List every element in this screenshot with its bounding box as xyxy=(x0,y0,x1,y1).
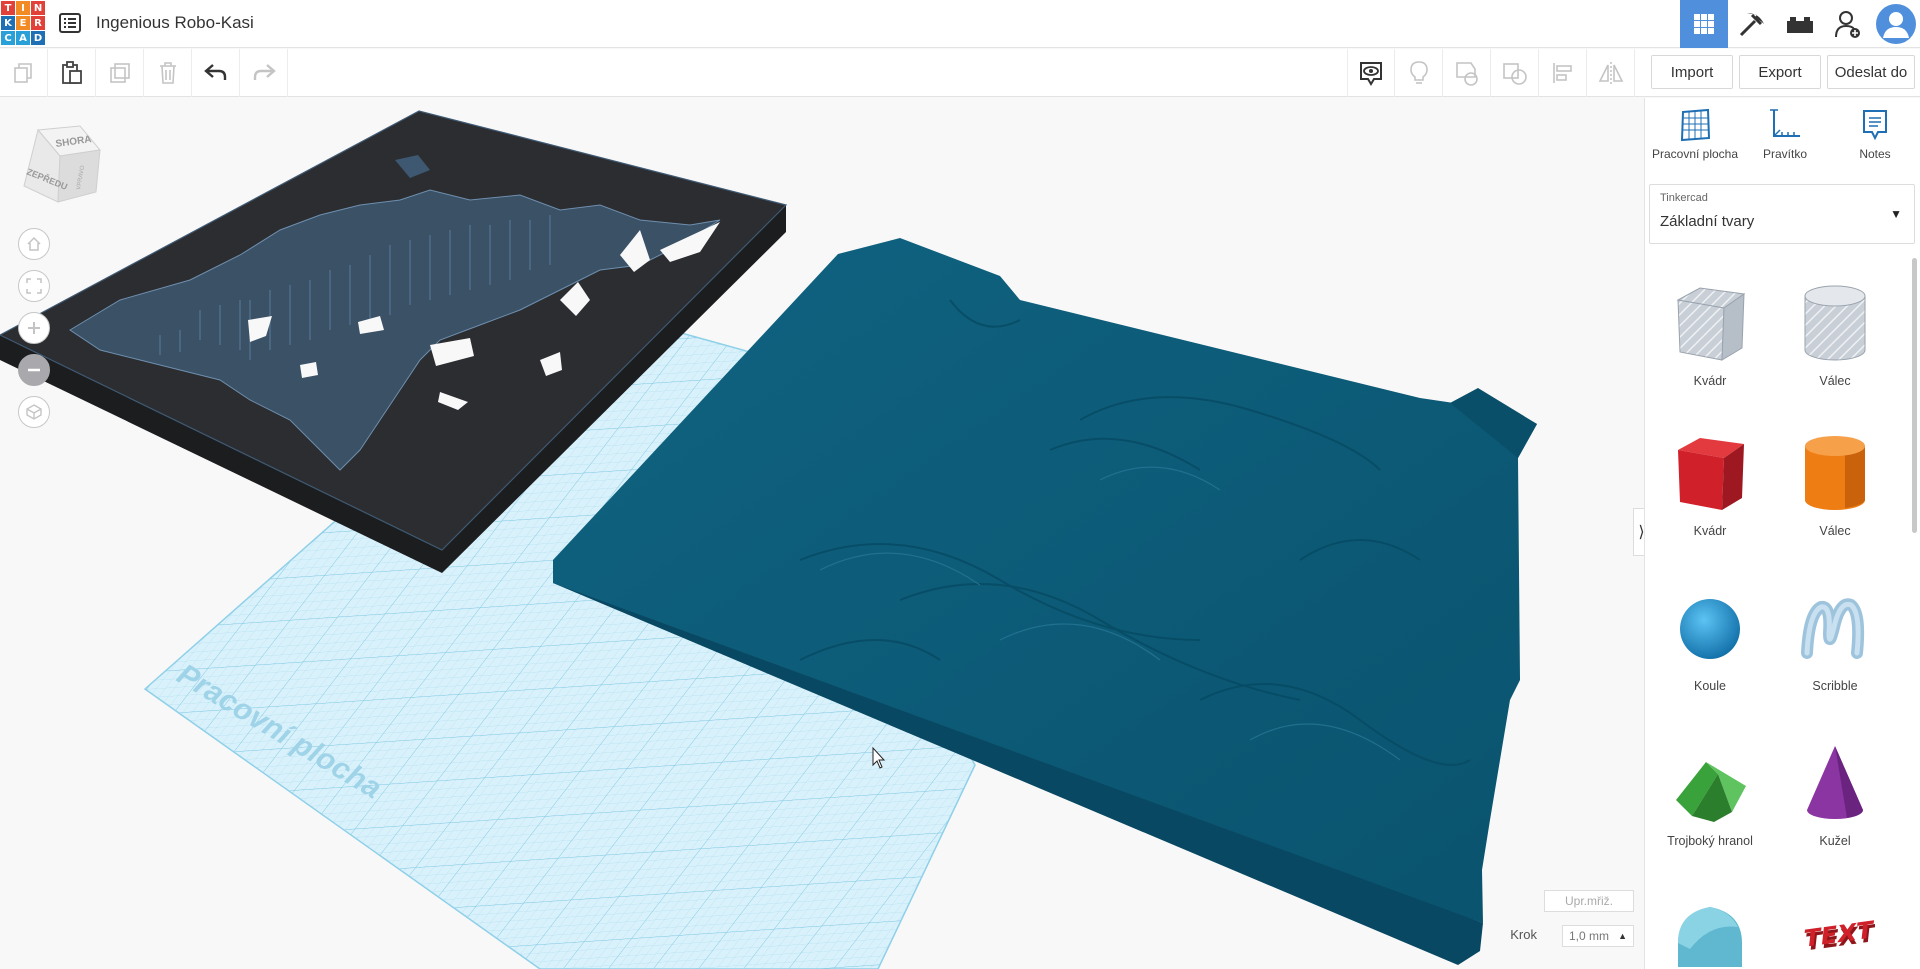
workplane-tool-button[interactable]: Pracovní plocha xyxy=(1651,108,1739,162)
shape-label: Kvádr xyxy=(1693,524,1727,538)
dropdown-caret-icon: ▼ xyxy=(1890,207,1902,221)
shape-box[interactable]: Kvádr xyxy=(1655,428,1765,548)
library-provider: Tinkercad xyxy=(1660,192,1708,204)
undo-icon[interactable] xyxy=(192,49,240,97)
notes-tool-label: Notes xyxy=(1859,147,1891,161)
logo-letter: E xyxy=(16,16,30,30)
export-button[interactable]: Export xyxy=(1739,55,1821,89)
redo-icon[interactable] xyxy=(240,49,288,97)
perspective-icon[interactable] xyxy=(18,396,50,428)
caret-up-icon: ▲ xyxy=(1618,931,1627,941)
project-title[interactable]: Ingenious Robo-Kasi xyxy=(96,13,254,33)
pickaxe-icon[interactable] xyxy=(1728,0,1776,48)
view-cube[interactable]: SHORA ZEPŘEDU VPRAVO xyxy=(16,122,106,212)
library-category: Základní tvary xyxy=(1660,213,1755,230)
align-icon[interactable] xyxy=(1539,49,1587,97)
snap-step-label: Krok xyxy=(1510,927,1537,942)
cylinder-icon xyxy=(1805,436,1865,510)
shape-prism[interactable]: Trojboký hranol xyxy=(1655,738,1765,858)
logo-letter: R xyxy=(31,16,45,30)
home-view-icon[interactable] xyxy=(18,228,50,260)
shape-label: Kvádr xyxy=(1693,374,1727,388)
group-shapes-icon[interactable] xyxy=(1443,49,1491,97)
shape-label: Válec xyxy=(1819,524,1851,538)
logo-letter: K xyxy=(1,16,15,30)
sphere-icon xyxy=(1680,599,1740,659)
notes-icon xyxy=(1863,110,1887,141)
shape-cylinder[interactable]: Válec xyxy=(1780,428,1890,548)
duplicate-icon[interactable] xyxy=(96,49,144,97)
shape-label: Trojboký hranol xyxy=(1667,834,1753,848)
zoom-in-icon[interactable] xyxy=(18,312,50,344)
paste-icon[interactable] xyxy=(48,49,96,97)
snap-step-value: 1,0 mm xyxy=(1569,929,1610,943)
ruler-tool-button[interactable]: Pravítko xyxy=(1741,108,1829,162)
shape-sphere[interactable]: Koule xyxy=(1655,583,1765,703)
workplane-tool-label: Pracovní plocha xyxy=(1651,147,1739,161)
cylinder-hole-icon xyxy=(1804,285,1866,361)
shape-text[interactable]: TEXT TEXT xyxy=(1780,893,1890,969)
fit-view-icon[interactable] xyxy=(18,270,50,302)
notes-tool-button[interactable]: Notes xyxy=(1831,108,1919,162)
show-all-icon[interactable] xyxy=(1347,49,1395,97)
logo-letter: D xyxy=(31,31,45,45)
text-icon: TEXT TEXT xyxy=(1802,915,1875,956)
cone-icon xyxy=(1807,746,1863,819)
ungroup-shapes-icon[interactable] xyxy=(1491,49,1539,97)
shape-library-select[interactable]: Tinkercad Základní tvary ▼ xyxy=(1649,184,1915,244)
zoom-out-icon[interactable] xyxy=(18,354,50,386)
prism-icon xyxy=(1676,762,1746,822)
shapes-panel: Pracovní plocha Pravítko Notes Tinkercad… xyxy=(1644,98,1920,969)
shape-label: Válec xyxy=(1819,374,1851,388)
logo-letter: I xyxy=(16,1,30,15)
workplane-icon xyxy=(1680,108,1711,142)
shape-scribble[interactable]: Scribble xyxy=(1780,583,1890,703)
half-cylinder-icon xyxy=(1678,907,1742,967)
mirror-icon[interactable] xyxy=(1587,49,1635,97)
tinkercad-logo[interactable]: T I N K E R C A D xyxy=(0,0,46,46)
delete-icon[interactable] xyxy=(144,49,192,97)
light-bulb-icon[interactable] xyxy=(1395,49,1443,97)
box-icon xyxy=(1678,438,1744,510)
box-hole-icon xyxy=(1676,287,1746,361)
shape-cone[interactable]: Kužel xyxy=(1780,738,1890,858)
shape-box-hole[interactable]: Kvádr xyxy=(1655,278,1765,398)
shape-label: Scribble xyxy=(1812,679,1858,693)
scribble-icon xyxy=(1801,598,1865,659)
snap-step-select[interactable]: 1,0 mm ▲ xyxy=(1562,925,1634,947)
shape-half-cylinder[interactable] xyxy=(1655,893,1765,969)
user-avatar-icon[interactable] xyxy=(1872,0,1920,48)
grid-view-icon[interactable] xyxy=(1680,0,1728,48)
send-to-button[interactable]: Odeslat do xyxy=(1827,55,1915,89)
logo-letter: T xyxy=(1,1,15,15)
shape-label: Kužel xyxy=(1819,834,1851,848)
top-bar: T I N K E R C A D Ingenious Robo-Kasi xyxy=(0,0,1920,48)
project-list-icon[interactable] xyxy=(58,12,82,34)
ruler-tool-label: Pravítko xyxy=(1762,147,1807,161)
edit-grid-button[interactable]: Upr.mřiž. xyxy=(1544,890,1634,912)
workplane-viewport[interactable]: Pracovní plocha SHORA ZEPŘEDU VPRAVO Upr… xyxy=(0,98,1644,969)
3d-scene[interactable]: Pracovní plocha xyxy=(0,98,1644,969)
copy-icon[interactable] xyxy=(0,49,48,97)
logo-letter: A xyxy=(16,31,30,45)
import-button[interactable]: Import xyxy=(1651,55,1733,89)
edit-toolbar: Import Export Odeslat do xyxy=(0,49,1920,97)
bricks-icon[interactable] xyxy=(1776,0,1824,48)
add-user-icon[interactable] xyxy=(1824,0,1872,48)
shape-label: Koule xyxy=(1694,679,1726,693)
ruler-icon xyxy=(1770,109,1800,137)
logo-letter: N xyxy=(31,1,45,15)
panel-scrollbar[interactable] xyxy=(1912,258,1917,533)
shape-cylinder-hole[interactable]: Válec xyxy=(1780,278,1890,398)
logo-letter: C xyxy=(1,31,15,45)
